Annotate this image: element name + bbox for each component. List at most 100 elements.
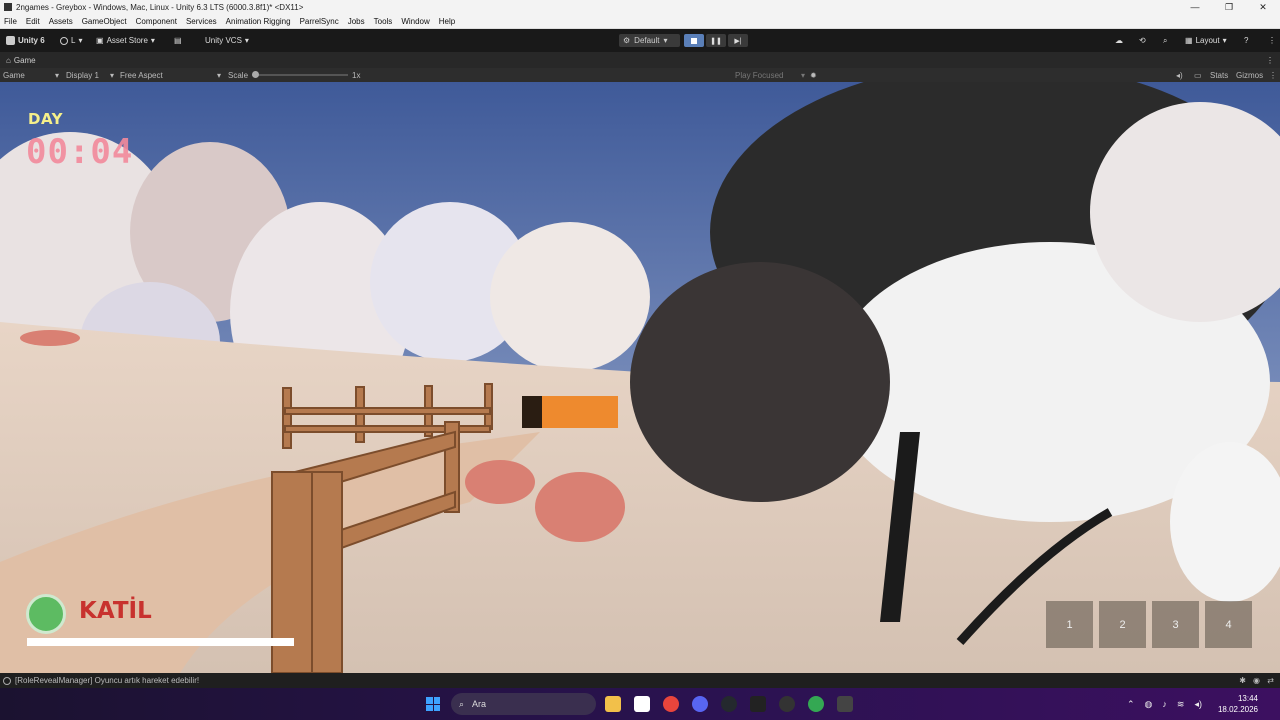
scale-slider-thumb[interactable]	[252, 71, 260, 78]
search-icon: ⌕	[459, 698, 465, 709]
progress-icon[interactable]: ◉	[1253, 676, 1260, 685]
help-button[interactable]: ?	[1244, 34, 1248, 47]
gizmos-dropdown[interactable]: Gizmos	[1236, 70, 1263, 80]
pause-icon: ❚❚	[710, 37, 722, 45]
menu-tools[interactable]: Tools	[374, 17, 393, 26]
asset-store-button[interactable]: ▣ Asset Store ▾	[96, 34, 155, 47]
menu-file[interactable]: File	[4, 17, 17, 26]
chevron-up-icon[interactable]: ⌃	[1127, 699, 1135, 710]
game-scene	[0, 82, 1280, 673]
step-button[interactable]: ▶|	[728, 34, 748, 47]
tab-more-button[interactable]: ⋮	[1266, 56, 1274, 65]
view-mode-label: Game	[3, 70, 25, 80]
account-button[interactable]: L ▾	[60, 34, 82, 47]
shopping-bag-icon: ▣	[96, 36, 104, 45]
unity-app-icon	[4, 3, 12, 11]
sun-toggle[interactable]: ✹	[810, 70, 817, 80]
unity-editor-icon[interactable]	[837, 696, 853, 712]
asset-store-label: Asset Store	[106, 36, 148, 45]
menu-animation-rigging[interactable]: Animation Rigging	[226, 17, 291, 26]
vcs-label: Unity VCS	[205, 36, 242, 45]
store-icon[interactable]	[634, 696, 650, 712]
chevron-down-icon: ▾	[54, 70, 59, 80]
menu-help[interactable]: Help	[439, 17, 455, 26]
maximize-button[interactable]: ❐	[1212, 0, 1246, 14]
clock-date: 18.02.2026	[1217, 705, 1258, 714]
unity-logo-icon	[6, 36, 15, 45]
discord-tray-icon[interactable]: ◍	[1145, 699, 1153, 710]
keyboard-toggle[interactable]: ▭	[1194, 70, 1202, 80]
display-dropdown[interactable]: Display 1 ▾	[66, 70, 114, 80]
scale-slider[interactable]	[252, 71, 349, 78]
hotbar-slot-4[interactable]: 4	[1205, 601, 1252, 648]
wifi-icon[interactable]: ≋	[1177, 699, 1185, 710]
menu-gameobject[interactable]: GameObject	[82, 17, 127, 26]
minimize-button[interactable]: —	[1178, 0, 1212, 14]
taskbar-search[interactable]: ⌕ Ara	[451, 693, 596, 715]
microphone-icon[interactable]: ♪	[1162, 699, 1167, 709]
hotbar-slot-2[interactable]: 2	[1099, 601, 1146, 648]
audio-toggle[interactable]: ◂)	[1176, 70, 1183, 80]
play-mode-dropdown[interactable]: Play Focused ▾	[735, 70, 805, 80]
services-icon: ▤	[174, 36, 182, 45]
timer-display: 00:04	[26, 132, 134, 172]
editor-toolbar: Unity 6 L ▾ ▣ Asset Store ▾ ▤ Unity VCS …	[0, 29, 1280, 52]
play-button[interactable]	[684, 34, 704, 47]
chevron-down-icon: ▾	[150, 36, 155, 45]
layout-dropdown[interactable]: ▦ Layout ▾	[1185, 34, 1227, 47]
hotbar-slot-1[interactable]: 1	[1046, 601, 1093, 648]
chrome-icon[interactable]	[663, 696, 679, 712]
menu-edit[interactable]: Edit	[26, 17, 40, 26]
step-icon: ▶|	[734, 37, 742, 45]
cloud-services-button[interactable]: ▤	[174, 34, 182, 47]
console-status-bar[interactable]: [RoleRevealManager] Oyuncu artık hareket…	[0, 673, 1280, 688]
more-button[interactable]: ⋮	[1268, 34, 1276, 47]
sun-icon: ✹	[810, 70, 817, 80]
taskbar-search-placeholder: Ara	[472, 699, 487, 709]
file-explorer-icon[interactable]	[605, 696, 621, 712]
menu-assets[interactable]: Assets	[49, 17, 73, 26]
clock[interactable]: 13:44 18.02.2026	[1218, 693, 1258, 715]
close-button[interactable]: ✕	[1246, 0, 1280, 14]
version-control-button[interactable]: Unity VCS ▾	[205, 34, 249, 47]
steam-icon[interactable]	[779, 696, 795, 712]
menu-bar: File Edit Assets GameObject Component Se…	[0, 14, 1280, 29]
menu-component[interactable]: Component	[136, 17, 177, 26]
menu-window[interactable]: Window	[401, 17, 429, 26]
aspect-dropdown[interactable]: Free Aspect ▾	[120, 70, 221, 80]
menu-jobs[interactable]: Jobs	[348, 17, 365, 26]
debug-icon[interactable]: ✱	[1239, 676, 1246, 685]
chrome-profile-icon[interactable]	[808, 696, 824, 712]
unity-menu-button[interactable]: Unity 6	[6, 34, 45, 47]
history-button[interactable]: ⟲	[1139, 34, 1146, 47]
game-more-button[interactable]: ⋮	[1269, 70, 1277, 80]
cloud-button[interactable]: ☁	[1115, 34, 1123, 47]
github-icon[interactable]	[721, 696, 737, 712]
scale-value: 1x	[352, 70, 361, 80]
unity-hub-icon[interactable]	[750, 696, 766, 712]
layout-icon: ▦	[1185, 36, 1193, 45]
game-viewport[interactable]: DAY 00:04 KATİL 1 2 3 4	[0, 82, 1280, 673]
volume-icon[interactable]: ◂)	[1194, 699, 1202, 710]
stats-button[interactable]: Stats	[1210, 70, 1228, 80]
build-profile-dropdown[interactable]: ⚙ Default ▾	[619, 34, 680, 47]
discord-icon[interactable]	[692, 696, 708, 712]
window-title: 2ngames - Greybox - Windows, Mac, Linux …	[16, 2, 304, 12]
pause-button[interactable]: ❚❚	[706, 34, 726, 47]
menu-parrelsync[interactable]: ParrelSync	[300, 17, 339, 26]
screen: 2ngames - Greybox - Windows, Mac, Linux …	[0, 0, 1280, 720]
chevron-down-icon: ▾	[663, 36, 668, 45]
player-avatar	[26, 594, 66, 634]
tab-game[interactable]: ⌂ Game	[6, 56, 36, 65]
scale-control: Scale 1x	[228, 70, 360, 80]
menu-services[interactable]: Services	[186, 17, 217, 26]
game-view-toolbar: Game ▾ Display 1 ▾ Free Aspect ▾ Scale 1…	[0, 68, 1280, 82]
view-mode-dropdown[interactable]: Game ▾	[3, 70, 59, 80]
start-button[interactable]	[426, 697, 440, 711]
phase-label: DAY	[28, 110, 63, 128]
search-button[interactable]: ⌕	[1163, 34, 1167, 47]
network-icon[interactable]: ⇄	[1267, 676, 1274, 685]
hotbar-slot-3[interactable]: 3	[1152, 601, 1199, 648]
info-icon	[3, 676, 11, 685]
window-titlebar: 2ngames - Greybox - Windows, Mac, Linux …	[0, 0, 1280, 14]
